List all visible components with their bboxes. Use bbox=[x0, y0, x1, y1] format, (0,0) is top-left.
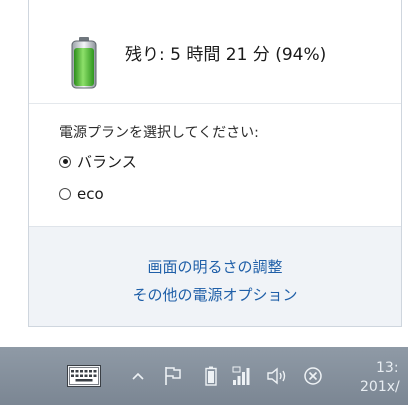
show-hidden-icons-chevron-icon bbox=[132, 372, 144, 380]
clock-time: 13: bbox=[376, 360, 399, 376]
power-plan-section: 電源プランを選択してください: バランス eco bbox=[29, 104, 401, 226]
battery-remaining-text: 残り: 5 時間 21 分 (94%) bbox=[125, 45, 327, 65]
radio-button-selected[interactable] bbox=[59, 155, 71, 168]
network-tray-button[interactable] bbox=[230, 347, 256, 405]
battery-status-section: 残り: 5 時間 21 分 (94%) bbox=[29, 0, 401, 104]
battery-tray-button[interactable] bbox=[200, 347, 222, 405]
battery-flyout: 残り: 5 時間 21 分 (94%) 電源プランを選択してください: バランス… bbox=[28, 0, 402, 327]
power-plan-label: バランス bbox=[77, 153, 137, 171]
keyboard-icon bbox=[67, 365, 101, 387]
clock-date: 201x/ bbox=[360, 379, 400, 395]
taskbar-clock[interactable]: 13: 201x/ bbox=[356, 359, 408, 397]
taskbar: 13: 201x/ bbox=[0, 347, 408, 405]
adjust-brightness-link[interactable]: 画面の明るさの調整 bbox=[29, 256, 401, 277]
volume-icon bbox=[267, 367, 286, 385]
power-plan-option-balanced[interactable]: バランス bbox=[59, 151, 137, 172]
screen: 残り: 5 時間 21 分 (94%) 電源プランを選択してください: バランス… bbox=[0, 0, 408, 405]
power-plan-heading: 電源プランを選択してください: bbox=[59, 125, 259, 141]
battery-icon bbox=[71, 37, 97, 89]
radio-button-unselected[interactable] bbox=[59, 188, 71, 200]
volume-tray-button[interactable] bbox=[264, 347, 290, 405]
close-circle-icon bbox=[304, 367, 322, 385]
more-power-options-link[interactable]: その他の電源オプション bbox=[29, 284, 401, 305]
network-signal-icon bbox=[232, 366, 250, 385]
status-tray-button[interactable] bbox=[300, 347, 326, 405]
touch-keyboard-button[interactable] bbox=[66, 347, 102, 405]
show-hidden-icons-button[interactable] bbox=[128, 347, 148, 405]
action-center-button[interactable] bbox=[160, 347, 186, 405]
battery-icon bbox=[205, 366, 217, 386]
power-plan-option-eco[interactable]: eco bbox=[59, 185, 104, 203]
power-plan-label: eco bbox=[77, 185, 104, 203]
action-center-flag-icon bbox=[165, 367, 181, 385]
power-links-section: 画面の明るさの調整 その他の電源オプション bbox=[29, 226, 401, 326]
